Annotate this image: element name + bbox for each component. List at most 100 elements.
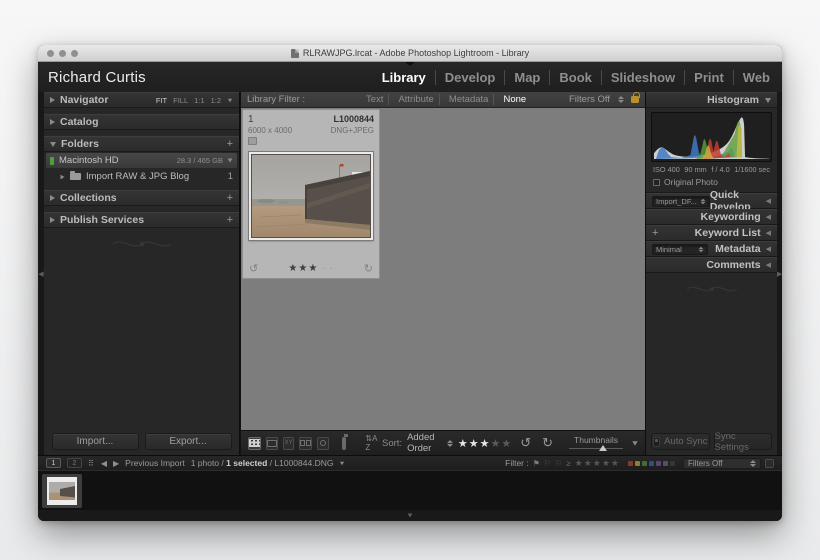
color-label-filter[interactable]: [628, 460, 675, 466]
filmstrip-cell-selected[interactable]: [42, 474, 82, 508]
red-label-icon[interactable]: [628, 460, 633, 466]
folder-row[interactable]: Import RAW & JPG Blog 1: [44, 169, 239, 184]
rotate-left-icon[interactable]: ↺: [520, 435, 531, 451]
cell-star-rating[interactable]: ★★★ · ·: [288, 263, 333, 274]
none-label-icon[interactable]: [670, 460, 675, 466]
add-collection-button[interactable]: +: [227, 192, 233, 204]
zoom-fill[interactable]: FILL: [173, 96, 188, 105]
second-window-button[interactable]: 2: [67, 458, 82, 468]
purple-label-icon[interactable]: [656, 460, 661, 466]
loupe-view-icon[interactable]: [266, 436, 278, 450]
filmstrip-status[interactable]: 1 photo / 1 selected / L1000844.DNG: [191, 458, 334, 468]
auto-sync-toggle-icon[interactable]: [653, 436, 661, 447]
zoom-window-icon[interactable]: [71, 50, 78, 57]
chevron-down-icon[interactable]: [227, 98, 233, 102]
volume-row[interactable]: Macintosh HD 28.3 / 465 GB: [46, 153, 237, 168]
top-panel-collapse-icon[interactable]: [405, 62, 415, 66]
saved-preset-dropdown[interactable]: Import_DF...: [652, 195, 710, 207]
flag-picked-icon[interactable]: ⚑: [533, 459, 540, 468]
photo-cell[interactable]: 1 L1000844 6000 x 4000 DNG+JPEG ↺ ★★★ · …: [242, 109, 380, 279]
filter-metadata[interactable]: Metadata: [444, 94, 495, 105]
folders-header[interactable]: Folders +: [44, 136, 239, 152]
sort-value[interactable]: Added Order: [407, 432, 439, 454]
lock-icon[interactable]: [631, 92, 640, 103]
green-label-icon[interactable]: [642, 460, 647, 466]
module-slideshow[interactable]: Slideshow: [602, 69, 686, 85]
auto-sync-button[interactable]: Auto Sync: [651, 433, 710, 450]
module-map[interactable]: Map: [505, 69, 551, 85]
panel-expand-icon[interactable]: ◀: [766, 245, 771, 253]
quick-develop-header[interactable]: Import_DF... Quick Develop ◀: [646, 189, 777, 213]
metadata-preset-dropdown[interactable]: Minimal: [652, 243, 708, 255]
go-back-icon[interactable]: ◀: [101, 459, 107, 468]
add-folder-button[interactable]: +: [227, 138, 233, 150]
filter-none[interactable]: None: [498, 94, 531, 105]
metadata-header[interactable]: Minimal Metadata ◀: [646, 241, 777, 257]
flag-rejected-icon[interactable]: ⚐: [555, 459, 562, 468]
rotate-right-icon[interactable]: ↻: [364, 262, 373, 275]
zoom-1-2[interactable]: 1:2: [211, 96, 221, 105]
stepper-icon[interactable]: [618, 96, 624, 103]
blue-label-icon[interactable]: [649, 460, 654, 466]
gray-label-icon[interactable]: [663, 460, 668, 466]
filmstrip-source[interactable]: Previous Import: [125, 458, 185, 468]
people-view-icon[interactable]: [317, 436, 329, 450]
zoom-1-1[interactable]: 1:1: [194, 96, 204, 105]
minimize-window-icon[interactable]: [59, 50, 66, 57]
window-controls[interactable]: [47, 50, 78, 57]
comments-header[interactable]: Comments ◀: [646, 257, 777, 273]
yellow-label-icon[interactable]: [635, 460, 640, 466]
photo-thumbnail[interactable]: [249, 152, 373, 240]
close-window-icon[interactable]: [47, 50, 54, 57]
slider-knob[interactable]: [599, 444, 607, 451]
panel-expand-icon[interactable]: ◀: [766, 261, 771, 269]
filmstrip-collapse-bar[interactable]: [38, 510, 782, 521]
compare-view-icon[interactable]: XY: [283, 436, 295, 450]
filter-attribute[interactable]: Attribute: [393, 94, 440, 105]
collections-header[interactable]: Collections +: [44, 190, 239, 206]
go-forward-icon[interactable]: ▶: [113, 459, 119, 468]
stepper-icon[interactable]: [446, 439, 453, 447]
filter-preset[interactable]: Filters Off: [569, 92, 640, 105]
histogram-panel[interactable]: [651, 112, 772, 162]
zoom-fit[interactable]: FIT: [156, 96, 167, 105]
keyword-list-header[interactable]: + Keyword List ◀: [646, 225, 777, 241]
metadata-badge-icon[interactable]: [248, 137, 257, 145]
painter-spray-icon[interactable]: [341, 433, 348, 450]
navigator-header[interactable]: Navigator FIT FILL 1:1 1:2: [44, 92, 239, 108]
module-book[interactable]: Book: [550, 69, 602, 85]
grid-view[interactable]: 1 L1000844 6000 x 4000 DNG+JPEG ↺ ★★★ · …: [241, 108, 645, 430]
add-keyword-button[interactable]: +: [652, 227, 658, 239]
chevron-down-icon[interactable]: [227, 158, 233, 163]
rotate-right-icon[interactable]: ↻: [542, 435, 553, 451]
thumbnail-size-slider[interactable]: [569, 444, 623, 452]
export-button[interactable]: Export...: [144, 433, 232, 450]
go-to-grid-icon[interactable]: ⠿: [88, 459, 95, 468]
panel-expand-icon[interactable]: ◀: [766, 229, 771, 237]
filmstrip-filters-preset[interactable]: Filters Off: [683, 457, 761, 469]
right-panel-collapse-icon[interactable]: ▶: [777, 92, 782, 455]
filter-text[interactable]: Text: [361, 94, 390, 105]
sync-settings-button[interactable]: Sync Settings: [713, 431, 772, 453]
filters-switch-icon[interactable]: [765, 458, 774, 468]
main-window-button[interactable]: 1: [46, 458, 61, 468]
survey-view-icon[interactable]: [299, 436, 313, 450]
import-button[interactable]: Import...: [51, 433, 139, 450]
panel-expand-icon[interactable]: ◀: [766, 213, 771, 221]
rotate-left-icon[interactable]: ↺: [249, 262, 258, 275]
filmstrip[interactable]: [38, 470, 782, 510]
histogram-header[interactable]: Histogram: [646, 92, 777, 108]
rating-ge[interactable]: ≥: [566, 459, 570, 468]
module-develop[interactable]: Develop: [436, 69, 506, 85]
catalog-header[interactable]: Catalog: [44, 114, 239, 130]
panel-expand-icon[interactable]: ◀: [766, 197, 771, 205]
flag-unflagged-icon[interactable]: ⚐: [544, 459, 551, 468]
module-web[interactable]: Web: [734, 70, 772, 85]
collapse-down-icon[interactable]: [407, 513, 413, 518]
keywording-header[interactable]: Keywording ◀: [646, 209, 777, 225]
chevron-down-icon[interactable]: [340, 461, 345, 465]
toolbar-options-icon[interactable]: [632, 440, 638, 446]
add-publish-service-button[interactable]: +: [227, 214, 233, 226]
module-print[interactable]: Print: [685, 69, 734, 85]
module-library[interactable]: Library: [373, 69, 436, 85]
